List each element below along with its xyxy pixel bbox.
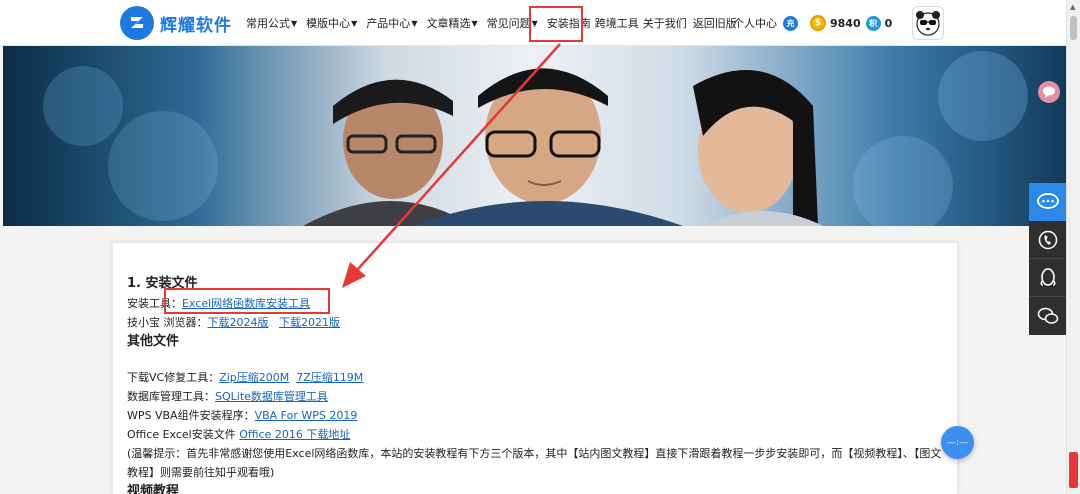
sidebar-phone-button[interactable] [1029, 221, 1067, 259]
sidebar-chat-button[interactable] [1029, 183, 1067, 221]
chat-bubble-icon [1037, 193, 1059, 209]
phone-icon [1038, 230, 1058, 249]
qq-icon [1040, 267, 1056, 286]
scroll-down-marker [1069, 452, 1078, 488]
chat-bubble-icon [1043, 86, 1055, 98]
scroll-up-icon[interactable]: ▲ [1070, 3, 1075, 11]
wechat-icon [1037, 307, 1059, 324]
annotation-arrow [342, 43, 561, 288]
sidebar-qq-button[interactable] [1029, 259, 1067, 297]
scrollbar-thumb[interactable] [1070, 16, 1077, 40]
chat-float-button[interactable] [1038, 81, 1060, 103]
page-scrollbar[interactable]: ▲ [1066, 0, 1080, 494]
float-menu-icon: —:— [946, 437, 969, 448]
sidebar-wechat-button[interactable] [1029, 297, 1067, 335]
floating-menu-button[interactable]: —:— [941, 426, 974, 459]
